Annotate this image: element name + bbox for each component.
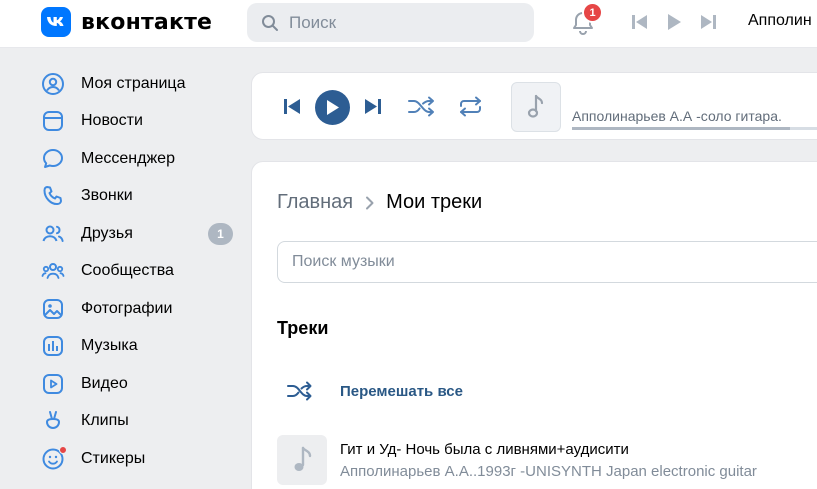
current-track-title[interactable]: Апполинарьев А.А -соло гитара. (572, 108, 782, 124)
audio-player-bar: Апполинарьев А.А -соло гитара. (251, 72, 817, 140)
video-icon (41, 372, 65, 396)
sidebar-item-clips[interactable]: Клипы (41, 403, 236, 441)
music-search-field[interactable] (277, 241, 817, 283)
header-player-controls (630, 12, 718, 32)
music-search-input[interactable] (292, 253, 692, 271)
music-note-icon (294, 446, 312, 471)
vk-logo-icon (41, 7, 71, 37)
communities-icon (41, 259, 65, 283)
sidebar-item-stickers[interactable]: Стикеры (41, 440, 236, 478)
sidebar-item-photos[interactable]: Фотографии (41, 290, 236, 328)
phone-icon (41, 184, 65, 208)
sidebar-item-label: Фотографии (81, 299, 173, 317)
sidebar-item-label: Музыка (81, 337, 138, 355)
current-track-cover (511, 82, 561, 132)
left-sidebar: Моя страница Новости Мессенджер Звонки Д… (41, 65, 236, 478)
sidebar-item-label: Стикеры (81, 449, 146, 467)
breadcrumb-home-link[interactable]: Главная (277, 191, 353, 214)
sidebar-item-friends[interactable]: Друзья 1 (41, 215, 236, 253)
sticker-icon (41, 445, 67, 471)
track-cover[interactable] (277, 435, 327, 485)
sidebar-item-my-page[interactable]: Моя страница (41, 65, 236, 103)
track-progress-fill (572, 127, 791, 130)
shuffle-all-label: Перемешать все (340, 382, 463, 400)
global-search-input[interactable] (289, 12, 509, 33)
vk-logo[interactable]: вконтакте (41, 7, 212, 37)
sidebar-item-messenger[interactable]: Мессенджер (41, 140, 236, 178)
repeat-icon[interactable] (457, 96, 484, 117)
header-now-playing[interactable]: Апполин (748, 12, 812, 30)
logo-text: вконтакте (81, 9, 213, 35)
tracks-section-title: Треки (277, 318, 329, 338)
track-title[interactable]: Гит и Уд- Ночь была с ливнями+аудисити (340, 441, 757, 458)
shuffle-icon (287, 381, 312, 401)
breadcrumb: Главная Мои треки (277, 191, 482, 214)
chat-bubble-icon (41, 147, 65, 171)
global-search[interactable] (247, 3, 534, 42)
sidebar-item-label: Клипы (81, 412, 129, 430)
clips-icon (41, 409, 65, 433)
sidebar-item-communities[interactable]: Сообщества (41, 253, 236, 291)
sidebar-item-label: Видео (81, 374, 128, 392)
header-next-icon[interactable] (698, 12, 718, 32)
sidebar-item-label: Друзья (81, 224, 133, 242)
music-icon (41, 334, 65, 358)
sidebar-item-video[interactable]: Видео (41, 365, 236, 403)
stickers-new-dot (59, 445, 67, 454)
track-progress-bar[interactable] (572, 127, 817, 130)
sidebar-item-label: Звонки (81, 187, 133, 205)
music-note-icon (527, 94, 544, 118)
track-info: Гит и Уд- Ночь была с ливнями+аудисити А… (340, 441, 757, 480)
header-prev-icon[interactable] (630, 12, 650, 32)
shuffle-all-button[interactable]: Перемешать все (287, 381, 463, 401)
sidebar-item-music[interactable]: Музыка (41, 328, 236, 366)
header-play-icon[interactable] (664, 12, 684, 32)
sidebar-item-label: Мессенджер (81, 149, 175, 167)
track-row[interactable]: Гит и Уд- Ночь была с ливнями+аудисити А… (277, 434, 817, 486)
search-icon (262, 14, 278, 31)
music-main-panel: Главная Мои треки Треки Перемешать все Г… (251, 161, 817, 489)
track-artist[interactable]: Апполинарьев А.А..1993г -UNISYNTH Japan … (340, 463, 757, 480)
photo-icon (41, 297, 65, 321)
notifications-count-badge: 1 (582, 2, 603, 23)
shuffle-icon[interactable] (408, 96, 435, 117)
sidebar-item-label: Моя страница (81, 74, 186, 92)
news-icon (41, 109, 65, 133)
sidebar-item-label: Сообщества (81, 262, 174, 280)
user-circle-icon (41, 72, 65, 96)
play-icon (327, 100, 339, 115)
next-track-icon[interactable] (364, 99, 381, 114)
friends-icon (41, 222, 65, 246)
page-title: Мои треки (386, 191, 483, 213)
prev-track-icon[interactable] (284, 99, 301, 114)
top-header: вконтакте 1 Апполин (0, 0, 817, 48)
friends-count-badge: 1 (208, 223, 233, 245)
play-button[interactable] (315, 90, 350, 125)
chevron-right-icon (365, 196, 374, 210)
sidebar-item-label: Новости (81, 112, 143, 130)
sidebar-item-news[interactable]: Новости (41, 103, 236, 141)
sidebar-item-calls[interactable]: Звонки (41, 178, 236, 216)
